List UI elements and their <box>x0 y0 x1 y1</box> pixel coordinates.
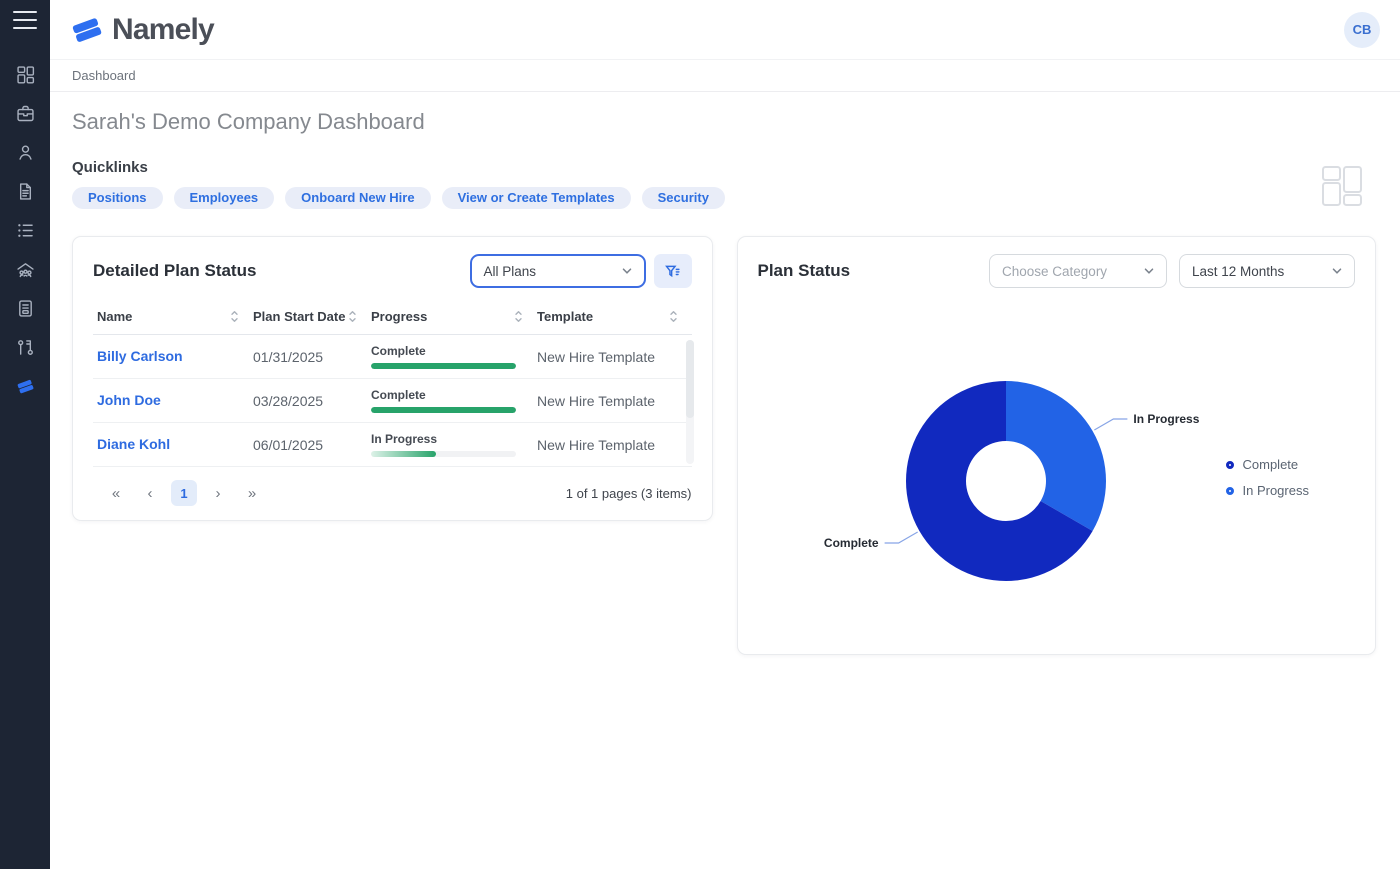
progress-cell: Complete <box>371 388 537 413</box>
namely-flag-logo-icon <box>70 13 104 47</box>
sidebar-item-org[interactable] <box>5 250 45 289</box>
avatar[interactable]: CB <box>1344 12 1380 48</box>
template-name: New Hire Template <box>537 349 692 365</box>
sidebar-item-dashboard[interactable] <box>5 55 45 94</box>
progress-bar <box>371 363 516 369</box>
quicklink-view-or-create-templates[interactable]: View or Create Templates <box>442 187 631 209</box>
sidebar-item-people[interactable] <box>5 133 45 172</box>
funnel-filter-icon <box>664 263 681 280</box>
next-page-button[interactable]: › <box>205 480 231 506</box>
column-header-plan-start-date[interactable]: Plan Start Date <box>253 309 371 324</box>
donut-callout-label: Complete <box>823 536 878 550</box>
category-filter-placeholder: Choose Category <box>1002 264 1142 279</box>
sort-icon[interactable] <box>514 310 523 323</box>
plan-filter-value: All Plans <box>484 264 620 279</box>
table-row: Billy Carlson 01/31/2025 Complete New Hi… <box>93 335 692 379</box>
last-page-button[interactable]: » <box>239 480 265 506</box>
sidebar-item-documents[interactable] <box>5 172 45 211</box>
template-name: New Hire Template <box>537 437 692 453</box>
plan-table: Name Plan Start Date Progress Template <box>93 300 692 467</box>
detailed-plan-status-title: Detailed Plan Status <box>93 261 256 281</box>
detailed-plan-status-card: Detailed Plan Status All Plans Name Pl <box>72 236 713 521</box>
quicklink-onboard-new-hire[interactable]: Onboard New Hire <box>285 187 430 209</box>
plan-status-title: Plan Status <box>758 261 851 281</box>
sidebar-item-namely[interactable] <box>5 367 45 406</box>
sort-icon[interactable] <box>230 310 239 323</box>
sidebar <box>0 0 50 869</box>
plan-start-date: 06/01/2025 <box>253 437 371 453</box>
page-1-button[interactable]: 1 <box>171 480 197 506</box>
employee-link[interactable]: Diane Kohl <box>97 436 170 452</box>
workflow-icon <box>15 337 36 358</box>
donut-slice-in-progress <box>1006 381 1106 531</box>
plan-start-date: 01/31/2025 <box>253 349 371 365</box>
table-filter-button[interactable] <box>654 254 692 288</box>
column-header-template[interactable]: Template <box>537 309 692 324</box>
quicklink-positions[interactable]: Positions <box>72 187 163 209</box>
quicklink-employees[interactable]: Employees <box>174 187 275 209</box>
date-range-value: Last 12 Months <box>1192 264 1330 279</box>
menu-icon[interactable] <box>12 9 38 31</box>
table-row: John Doe 03/28/2025 Complete New Hire Te… <box>93 379 692 423</box>
legend-item-in-progress[interactable]: In Progress <box>1226 483 1309 498</box>
plan-status-card: Plan Status Choose Category Last 12 Mont… <box>737 236 1377 655</box>
main-content: Namely CB Dashboard Sarah's Demo Company… <box>50 0 1400 869</box>
chevron-down-icon <box>1142 264 1156 278</box>
template-name: New Hire Template <box>537 393 692 409</box>
progress-bar <box>371 407 516 413</box>
top-header: Namely CB <box>50 0 1400 60</box>
progress-bar <box>371 451 516 457</box>
page-title: Sarah's Demo Company Dashboard <box>72 109 1378 135</box>
notes-icon <box>15 298 36 319</box>
pagination-summary: 1 of 1 pages (3 items) <box>566 486 692 501</box>
quicklinks-title: Quicklinks <box>72 159 1378 176</box>
layout-widgets-icon[interactable] <box>1321 165 1363 207</box>
plan-filter-select[interactable]: All Plans <box>470 254 646 288</box>
chevron-down-icon <box>620 264 634 278</box>
employee-link[interactable]: John Doe <box>97 392 161 408</box>
donut-callout-label: In Progress <box>1133 412 1199 426</box>
briefcase-icon <box>15 103 36 124</box>
breadcrumb-bar: Dashboard <box>50 60 1400 92</box>
prev-page-button[interactable]: ‹ <box>137 480 163 506</box>
dashboard-grid-icon <box>15 64 36 85</box>
org-people-icon <box>15 259 36 280</box>
breadcrumb[interactable]: Dashboard <box>72 68 136 83</box>
legend-item-complete[interactable]: Complete <box>1226 457 1309 472</box>
date-range-select[interactable]: Last 12 Months <box>1179 254 1355 288</box>
chevron-down-icon <box>1330 264 1344 278</box>
quicklinks-row: Positions Employees Onboard New Hire Vie… <box>72 187 1378 209</box>
table-scrollbar[interactable] <box>686 340 694 464</box>
column-header-progress[interactable]: Progress <box>371 309 537 324</box>
sidebar-item-notes[interactable] <box>5 289 45 328</box>
category-filter-select[interactable]: Choose Category <box>989 254 1167 288</box>
table-header-row: Name Plan Start Date Progress Template <box>93 300 692 335</box>
progress-cell: Complete <box>371 344 537 369</box>
namely-flag-icon <box>15 376 36 397</box>
legend-swatch-in-progress <box>1226 487 1234 495</box>
sidebar-item-tasks[interactable] <box>5 211 45 250</box>
sidebar-item-company[interactable] <box>5 94 45 133</box>
namely-logo[interactable]: Namely <box>70 13 214 47</box>
chart-legend: Complete In Progress <box>1226 457 1309 498</box>
logo-text: Namely <box>112 13 214 47</box>
document-icon <box>15 181 36 202</box>
first-page-button[interactable]: « <box>103 480 129 506</box>
list-icon <box>15 220 36 241</box>
progress-cell: In Progress <box>371 432 537 457</box>
table-row: Diane Kohl 06/01/2025 In Progress New Hi… <box>93 423 692 467</box>
legend-swatch-complete <box>1226 461 1234 469</box>
employee-link[interactable]: Billy Carlson <box>97 348 183 364</box>
person-icon <box>15 142 36 163</box>
sidebar-item-workflow[interactable] <box>5 328 45 367</box>
sort-icon[interactable] <box>348 310 357 323</box>
pagination: « ‹ 1 › » 1 of 1 pages (3 items) <box>93 480 692 506</box>
sort-icon[interactable] <box>669 310 678 323</box>
quicklink-security[interactable]: Security <box>642 187 725 209</box>
column-header-name[interactable]: Name <box>93 309 253 324</box>
plan-start-date: 03/28/2025 <box>253 393 371 409</box>
